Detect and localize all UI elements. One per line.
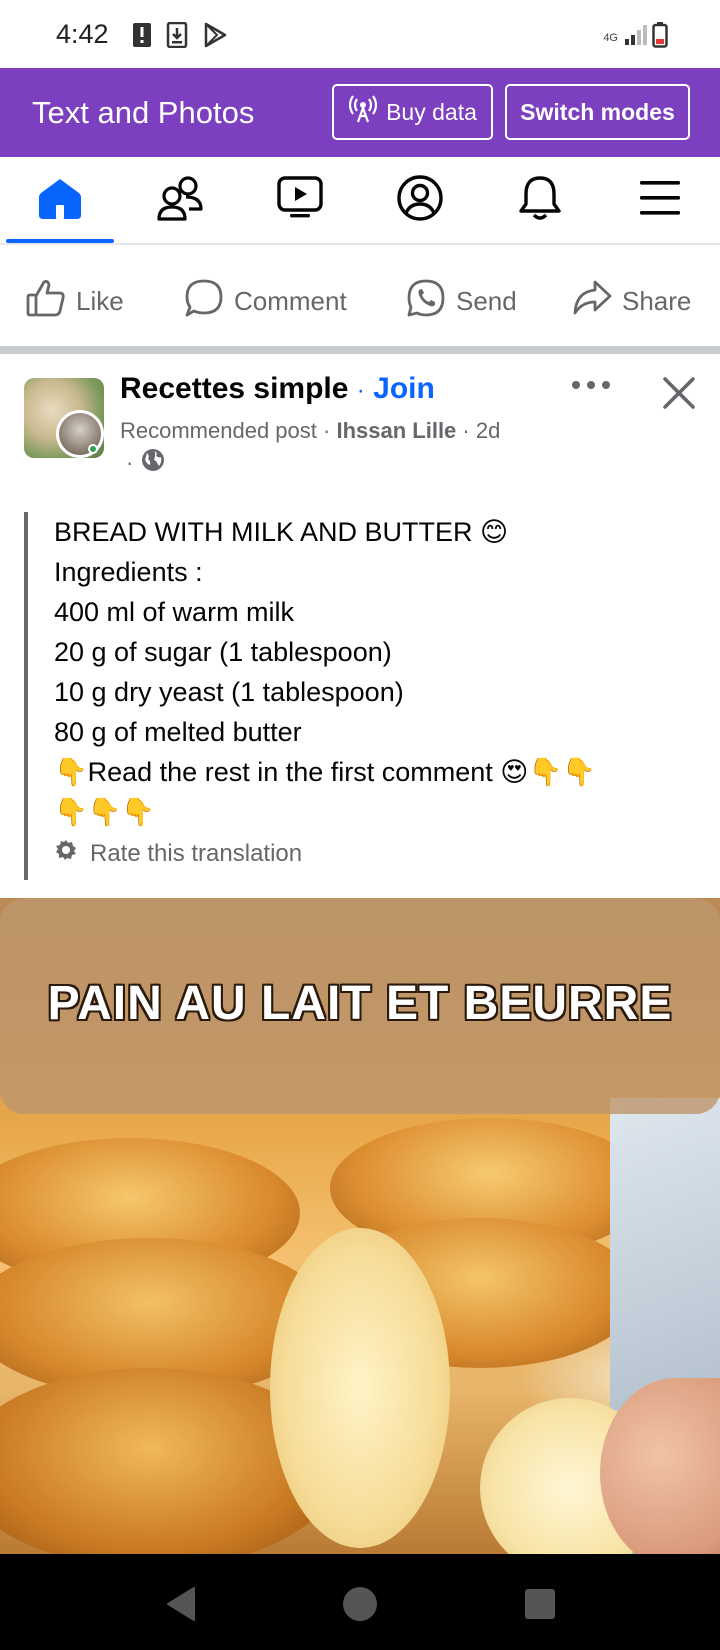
post-header: Recettes simple · Join Recommended post … [0, 354, 720, 484]
group-avatar[interactable] [24, 378, 104, 458]
meta-separator: · [323, 418, 331, 443]
status-time: 4:42 [56, 19, 109, 49]
like-button[interactable]: Like [26, 276, 124, 326]
download-icon [166, 21, 188, 53]
feed-divider [0, 346, 720, 354]
friends-icon [156, 175, 204, 226]
home-system-button[interactable] [340, 1584, 380, 1624]
post-line: 80 g of melted butter [54, 717, 302, 747]
post-line: 👇Read the rest in the first comment 😍👇👇 [54, 757, 596, 787]
rate-translation-link[interactable]: Rate this translation [54, 838, 704, 869]
mode-bar: Text and Photos Buy data Switch modes [0, 68, 720, 157]
nav-home[interactable] [4, 157, 116, 243]
status-bar: 4:42 4G [0, 0, 720, 68]
send-label: Send [456, 285, 517, 316]
post-privacy: · [126, 448, 165, 478]
recents-button[interactable] [520, 1584, 560, 1624]
post-text: BREAD WITH MILK AND BUTTER 😊 Ingredients… [24, 512, 704, 880]
image-caption: PAIN AU LAIT ET BEURRE [47, 977, 673, 1030]
back-icon [167, 1587, 195, 1621]
circle-home-icon [343, 1587, 377, 1621]
signal-icon [624, 25, 648, 50]
share-label: Share [622, 285, 692, 316]
meta-separator: · [462, 418, 470, 443]
send-button[interactable]: Send [406, 276, 517, 326]
post-line: 10 g dry yeast (1 tablespoon) [54, 677, 404, 707]
post-line: 👇👇👇 [54, 797, 155, 827]
group-title: Recettes simple · Join [120, 372, 435, 406]
mode-title: Text and Photos [32, 95, 255, 130]
post-line: 20 g of sugar (1 tablespoon) [54, 637, 392, 667]
nav-video[interactable] [244, 157, 356, 243]
post-line: Ingredients : [54, 557, 203, 587]
profile-icon [396, 174, 444, 227]
system-nav-bar [0, 1554, 720, 1650]
back-button[interactable] [162, 1584, 202, 1624]
play-store-icon [202, 22, 228, 53]
globe-icon [141, 448, 165, 478]
video-icon [276, 175, 324, 226]
alert-icon [132, 22, 152, 53]
more-dots-icon [571, 377, 611, 395]
group-name[interactable]: Recettes simple [120, 372, 348, 405]
main-nav [0, 157, 720, 245]
whatsapp-icon [406, 278, 446, 325]
buy-data-label: Buy data [386, 98, 477, 125]
group-separator: · [356, 377, 365, 404]
home-icon [37, 176, 83, 225]
menu-icon [639, 179, 681, 222]
post-age[interactable]: 2d [476, 418, 500, 443]
comment-icon [184, 278, 224, 325]
bread-crumb [270, 1228, 450, 1548]
hide-post-button[interactable] [656, 372, 702, 418]
active-tab-indicator [6, 239, 114, 243]
recommended-label: Recommended post [120, 418, 317, 443]
share-icon [572, 278, 612, 325]
meta-separator: · [126, 450, 134, 475]
comment-label: Comment [234, 285, 347, 316]
status-icons-right: 4G [603, 22, 668, 53]
more-options-button[interactable] [566, 366, 616, 406]
like-label: Like [76, 285, 124, 316]
post-meta: Recommended post · Ihssan Lille · 2d [120, 418, 500, 444]
share-button[interactable]: Share [572, 276, 691, 326]
join-button[interactable]: Join [373, 372, 435, 405]
author-name[interactable]: Ihssan Lille [336, 418, 456, 443]
bell-icon [518, 174, 562, 227]
close-icon [662, 376, 696, 415]
post-action-bar: Like Comment Send Share [0, 262, 720, 342]
post-line: 400 ml of warm milk [54, 597, 295, 627]
square-recents-icon [525, 1589, 555, 1619]
switch-modes-button[interactable]: Switch modes [505, 84, 690, 140]
network-label: 4G [603, 31, 618, 44]
nav-menu[interactable] [604, 157, 716, 243]
buy-data-button[interactable]: Buy data [332, 84, 493, 140]
post-image[interactable]: PAIN AU LAIT ET BEURRE [0, 898, 720, 1554]
rate-translation-label: Rate this translation [90, 839, 303, 867]
post-line: BREAD WITH MILK AND BUTTER 😊 [54, 517, 509, 547]
comment-button[interactable]: Comment [184, 276, 347, 326]
online-dot [88, 444, 98, 454]
thumbs-up-icon [26, 278, 66, 325]
battery-icon [652, 22, 668, 53]
nav-friends[interactable] [124, 157, 236, 243]
gear-icon [54, 838, 78, 869]
nav-profile[interactable] [364, 157, 476, 243]
status-icons-left [132, 21, 228, 53]
nav-notifications[interactable] [484, 157, 596, 243]
broadcast-icon [348, 94, 378, 130]
